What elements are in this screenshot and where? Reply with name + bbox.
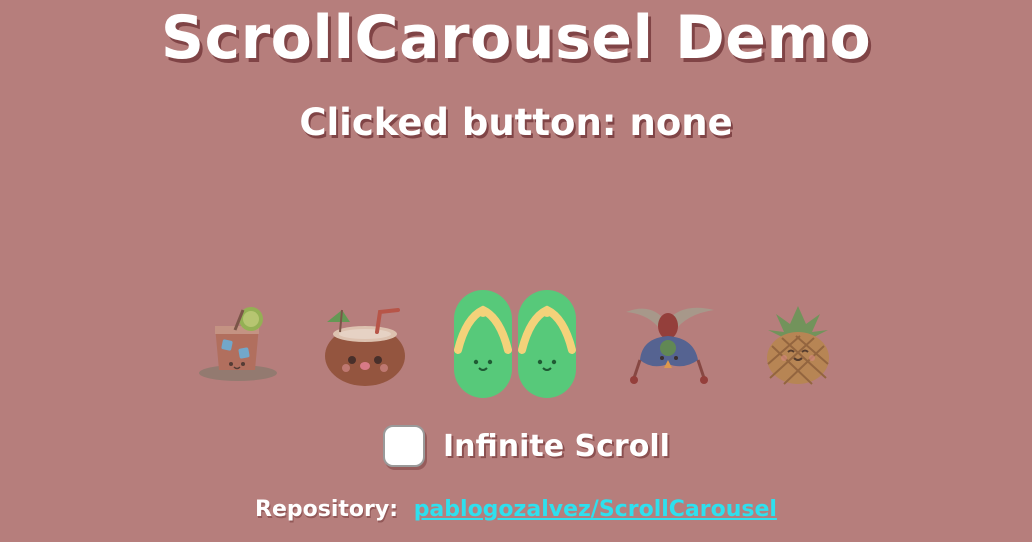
clicked-button-status: Clicked button: none	[299, 101, 733, 144]
repository-footer: Repository: pablogozalvez/ScrollCarousel	[0, 497, 1032, 522]
carousel-item-flip-flops[interactable]	[448, 288, 582, 402]
infinite-scroll-checkbox[interactable]	[383, 425, 425, 467]
infinite-scroll-label: Infinite Scroll	[443, 428, 670, 464]
scroll-carousel[interactable]	[0, 280, 1032, 410]
page-title: ScrollCarousel Demo	[160, 3, 872, 73]
carousel-item-iced-drink[interactable]	[197, 302, 281, 386]
iced-drink-icon	[199, 307, 277, 381]
carousel-item-coconut-drink[interactable]	[322, 302, 410, 390]
carousel-item-pineapple[interactable]	[762, 302, 834, 386]
pineapple-icon	[767, 306, 829, 385]
cockatoo-bird-icon	[626, 307, 714, 384]
flip-flops-icon	[454, 290, 576, 398]
infinite-scroll-toggle[interactable]: Infinite Scroll	[383, 423, 670, 469]
carousel-item-cockatoo[interactable]	[622, 302, 718, 390]
repository-link[interactable]: pablogozalvez/ScrollCarousel	[414, 497, 777, 522]
coconut-drink-icon	[325, 308, 405, 386]
repository-label: Repository:	[255, 497, 399, 522]
